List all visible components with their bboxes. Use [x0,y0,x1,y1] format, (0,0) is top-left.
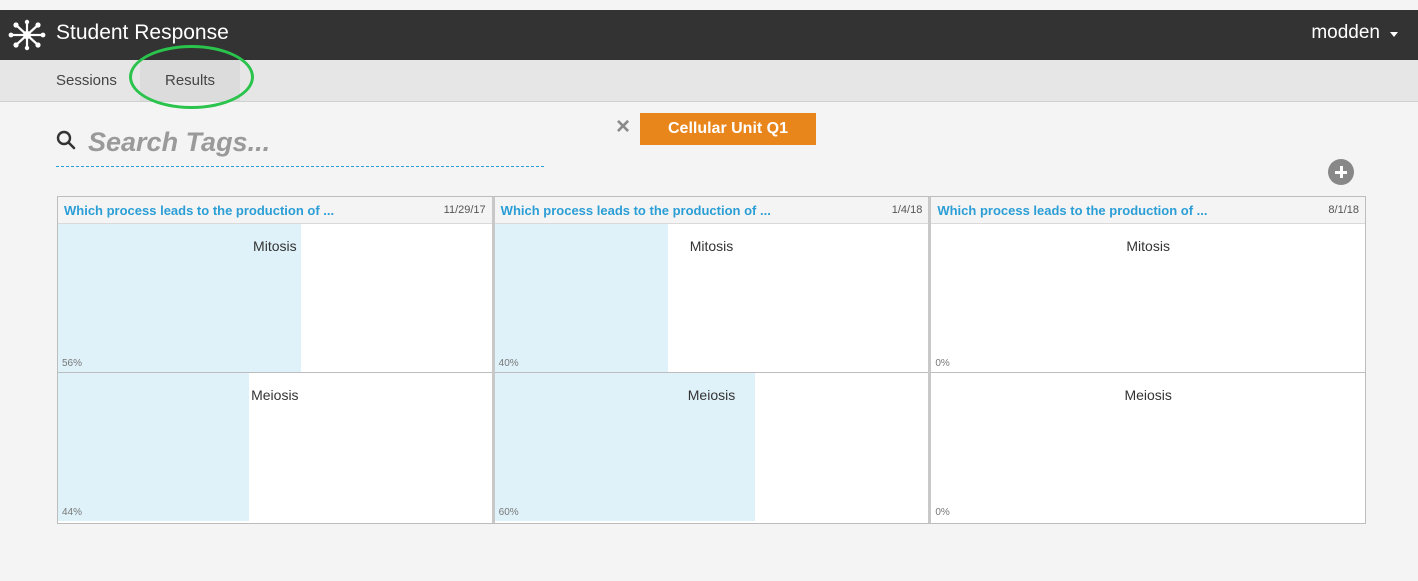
answer-cell: Mitosis 40% [494,224,929,372]
network-logo-icon[interactable] [8,19,46,51]
answer-cell: Mitosis 56% [58,224,492,372]
question-link[interactable]: Which process leads to the production of… [501,203,771,218]
tag-search-bar [56,118,544,167]
answer-cell: Mitosis 0% [931,224,1366,372]
top-bar: Student Response modden [0,10,1418,60]
answer-cell: Meiosis 0% [931,372,1366,521]
answer-label: Meiosis [251,387,299,403]
answer-label: Meiosis [687,387,736,403]
answer-percent: 60% [498,507,519,518]
answer-label: Mitosis [1126,238,1170,254]
search-tags-input[interactable] [86,124,530,160]
tab-sessions[interactable]: Sessions [56,60,117,101]
user-menu-button[interactable]: modden [1311,22,1398,44]
result-column: Which process leads to the production of… [58,197,495,523]
plus-circle-icon[interactable] [1328,159,1354,185]
answer-percent: 0% [935,358,950,369]
result-column-header: Which process leads to the production of… [931,197,1366,224]
close-icon[interactable]: × [612,114,634,140]
answer-label: Mitosis [253,238,297,254]
result-column-header: Which process leads to the production of… [494,197,929,224]
answer-cell: Meiosis 44% [58,372,492,521]
session-date: 1/4/18 [891,204,923,216]
answer-percent: 0% [935,507,950,518]
username-label: modden [1311,22,1380,43]
result-column: Which process leads to the production of… [494,197,932,523]
question-link[interactable]: Which process leads to the production of… [64,203,334,218]
question-link[interactable]: Which process leads to the production of… [937,203,1207,218]
answer-percent: 40% [498,358,519,369]
result-column-header: Which process leads to the production of… [58,197,492,224]
answer-label: Meiosis [1124,387,1172,403]
results-grid: Which process leads to the production of… [57,196,1366,524]
answer-percent: 44% [62,507,83,518]
result-column: Which process leads to the production of… [931,197,1366,523]
sub-nav: Sessions Results [0,60,1418,102]
app-title: Student Response [56,21,229,44]
caret-down-icon [1390,31,1398,37]
active-tag-chip[interactable]: Cellular Unit Q1 [640,113,816,145]
session-date: 11/29/17 [443,204,486,216]
answer-cell: Meiosis 60% [494,372,929,521]
answer-label: Mitosis [689,238,734,254]
search-icon [56,130,76,150]
answer-percent: 56% [62,358,83,369]
session-date: 8/1/18 [1328,204,1360,216]
tab-results[interactable]: Results [140,60,240,101]
